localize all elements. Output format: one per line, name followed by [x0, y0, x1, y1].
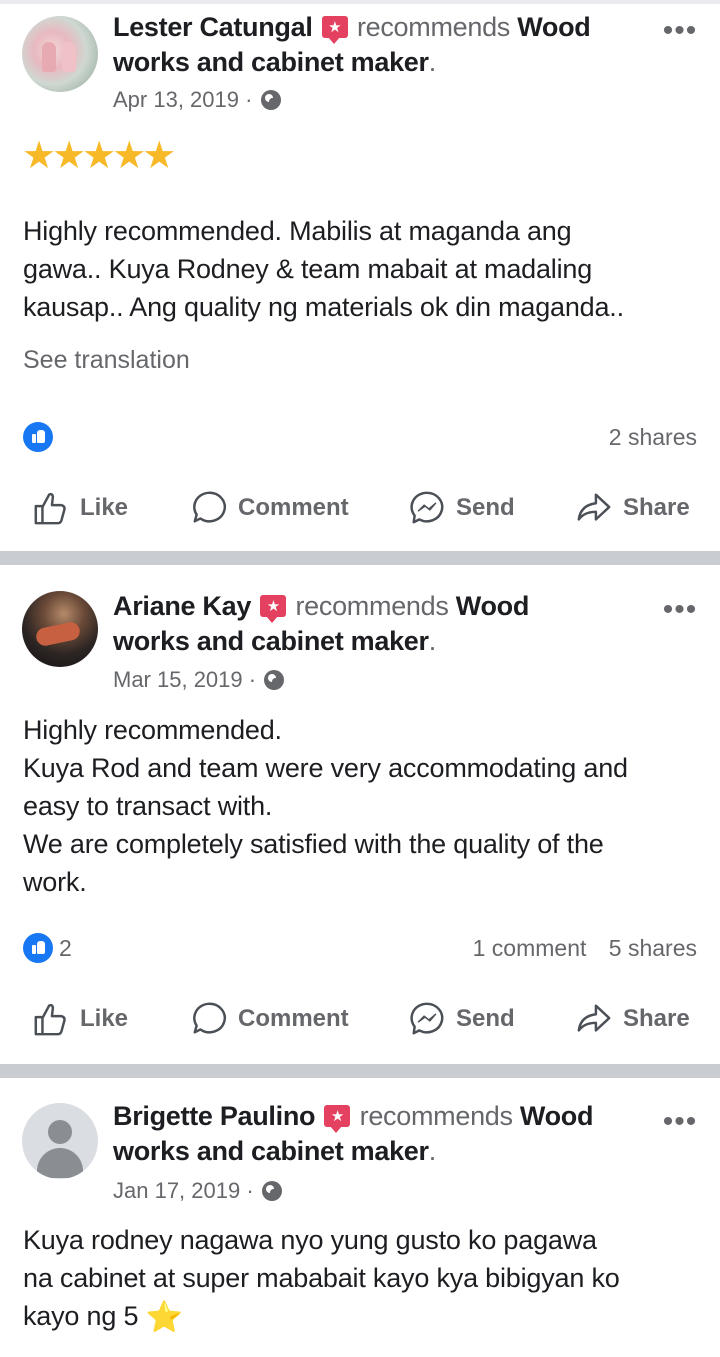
post-text: Highly recommended. Kuya Rod and team we…: [23, 715, 628, 897]
globe-icon: [264, 670, 285, 690]
recommend-badge-icon: ★: [321, 16, 348, 44]
post-date[interactable]: Mar 15, 2019 ·: [113, 667, 285, 693]
post-text: Highly recommended. Mabilis at maganda a…: [23, 216, 624, 322]
like-reaction-icon: [23, 933, 53, 963]
period: .: [428, 626, 437, 656]
avatar-body: [37, 1148, 83, 1178]
avatar-scarf: [34, 620, 82, 648]
share-icon: [577, 1004, 611, 1032]
review-post: Lester Catungal ★ recommends Wood works …: [0, 6, 720, 547]
review-post: Ariane Kay ★ recommends Wood works and c…: [0, 567, 720, 1065]
avatar[interactable]: [22, 591, 98, 667]
comment-icon: [193, 1002, 226, 1034]
shares-count[interactable]: 2 shares: [609, 424, 697, 450]
more-icon[interactable]: •••: [660, 16, 700, 50]
author-name[interactable]: Lester Catungal: [113, 12, 313, 42]
send-label: Send: [456, 494, 515, 521]
post-date[interactable]: Jan 17, 2019 ·: [113, 1178, 282, 1204]
messenger-icon: [410, 491, 444, 524]
comment-button[interactable]: Comment: [190, 483, 349, 533]
send-button[interactable]: Send: [408, 483, 515, 533]
avatar-figure: [42, 42, 56, 72]
star-rating: ★★★★★: [22, 135, 176, 177]
comment-label: Comment: [238, 1005, 349, 1032]
avatar-figure: [62, 42, 76, 72]
like-label: Like: [80, 1005, 129, 1032]
like-icon: [34, 1003, 66, 1036]
recommend-badge-icon: ★: [324, 1105, 351, 1133]
like-button[interactable]: Like: [32, 994, 128, 1044]
reactions-summary[interactable]: [23, 422, 53, 452]
reactions-summary[interactable]: 2: [23, 933, 72, 963]
recommends-label: recommends: [359, 1101, 513, 1131]
action-bar: Like Comment Send Share: [0, 483, 720, 533]
post-date[interactable]: Apr 13, 2019 ·: [113, 87, 281, 113]
top-edge: [0, 0, 720, 4]
like-label: Like: [80, 494, 129, 521]
more-icon[interactable]: •••: [660, 1107, 700, 1141]
page-name-cont[interactable]: works and cabinet maker: [113, 47, 429, 77]
send-button[interactable]: Send: [408, 994, 515, 1044]
see-translation-link[interactable]: See translation: [23, 346, 190, 375]
page-name-cont[interactable]: works and cabinet maker: [113, 626, 429, 656]
badge-glyph: ★: [266, 597, 280, 615]
page-name[interactable]: Wood: [517, 12, 591, 42]
share-label: Share: [623, 1005, 690, 1032]
period: .: [428, 1136, 437, 1166]
star-icon: ⭐: [145, 1301, 183, 1334]
like-icon: [34, 492, 66, 525]
messenger-icon: [410, 1002, 444, 1035]
date-text: Apr 13, 2019 ·: [113, 87, 253, 112]
shares-count[interactable]: 5 shares: [609, 935, 697, 961]
globe-icon: [261, 1181, 282, 1201]
page-name[interactable]: Wood: [520, 1101, 594, 1131]
like-button[interactable]: Like: [32, 483, 128, 533]
review-post: Brigette Paulino ★ recommends Wood works…: [0, 1079, 720, 1357]
globe-icon: [260, 90, 281, 110]
date-text: Jan 17, 2019 ·: [113, 1178, 254, 1203]
share-button[interactable]: Share: [575, 483, 690, 533]
like-reaction-icon: [23, 422, 53, 452]
post-stats: 2 shares: [593, 424, 697, 451]
more-icon[interactable]: •••: [660, 595, 700, 629]
post-divider: [0, 551, 720, 565]
comment-label: Comment: [238, 494, 349, 521]
share-label: Share: [623, 494, 690, 521]
comment-button[interactable]: Comment: [190, 994, 349, 1044]
badge-glyph: ★: [330, 1107, 345, 1125]
avatar-head: [48, 1120, 72, 1144]
avatar[interactable]: [22, 16, 98, 92]
post-text: Kuya rodney nagawa nyo yung gusto ko pag…: [23, 1221, 703, 1337]
period: .: [428, 47, 437, 77]
post-text-content: Kuya rodney nagawa nyo yung gusto ko pag…: [23, 1225, 620, 1331]
action-bar: Like Comment Send Share: [0, 994, 720, 1044]
comments-count[interactable]: 1 comment: [473, 935, 587, 961]
badge-glyph: ★: [328, 18, 342, 36]
author-name[interactable]: Brigette Paulino: [113, 1101, 316, 1131]
page-name[interactable]: Wood: [456, 591, 530, 621]
share-icon: [577, 493, 611, 521]
author-name[interactable]: Ariane Kay: [113, 591, 251, 621]
reaction-count: 2: [59, 934, 72, 961]
avatar[interactable]: [22, 1103, 98, 1179]
post-stats: 1 comment 5 shares: [457, 935, 697, 962]
post-header: Ariane Kay ★ recommends Wood works and c…: [113, 589, 653, 659]
post-header: Lester Catungal ★ recommends Wood works …: [113, 10, 653, 80]
recommend-badge-icon: ★: [260, 595, 287, 623]
comment-icon: [193, 491, 226, 523]
recommends-label: recommends: [295, 591, 449, 621]
date-text: Mar 15, 2019 ·: [113, 667, 257, 692]
share-button[interactable]: Share: [575, 994, 690, 1044]
post-divider: [0, 1064, 720, 1078]
send-label: Send: [456, 1005, 515, 1032]
post-header: Brigette Paulino ★ recommends Wood works…: [113, 1099, 653, 1169]
recommends-label: recommends: [356, 12, 511, 42]
page-name-cont[interactable]: works and cabinet maker: [113, 1136, 429, 1166]
